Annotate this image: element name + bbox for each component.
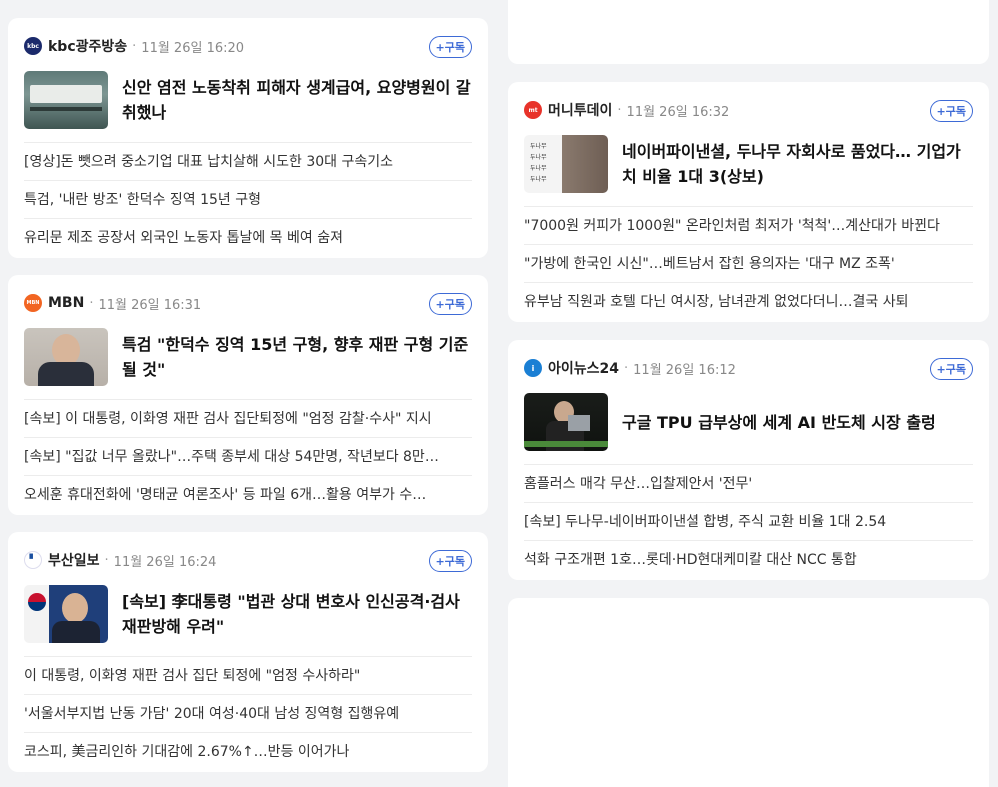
headline-title[interactable]: 특검 "한덕수 징역 15년 구형, 향후 재판 구형 기준될 것"	[122, 332, 472, 382]
headline-title[interactable]: 네이버파이낸셜, 두나무 자회사로 품었다… 기업가치 비율 1대 3(상보)	[622, 139, 973, 189]
list-item[interactable]: [속보] 두나무-네이버파이낸셜 합병, 주식 교환 비율 1대 2.54	[524, 503, 973, 541]
timestamp: 11월 26일 16:20	[141, 40, 245, 56]
thumb-text: 두나무	[530, 176, 547, 183]
news-card-kbc: kbc kbc광주방송 · 11월 26일 16:20 +구독 신안 염전 노동…	[8, 18, 488, 258]
list-item[interactable]: 유부남 직원과 호텔 다닌 여시장, 남녀관계 없었다더니…결국 사퇴	[524, 283, 973, 321]
list-item[interactable]: '서울서부지법 난동 가담' 20대 여성·40대 남성 징역형 집행유예	[24, 695, 472, 733]
list-item[interactable]: 홈플러스 매각 무산…입찰제안서 '전무'	[524, 465, 973, 503]
press-logo-icon[interactable]: kbc	[24, 37, 42, 55]
article-list: 이 대통령, 이화영 재판 검사 집단 퇴정에 "엄정 수사하라" '서울서부지…	[24, 657, 472, 771]
press-name[interactable]: 부산일보	[48, 550, 100, 570]
news-card-mbn: MBN MBN · 11월 26일 16:31 +구독 특검 "한덕수 징역 1…	[8, 275, 488, 515]
list-item[interactable]: 이 대통령, 이화영 재판 검사 집단 퇴정에 "엄정 수사하라"	[24, 657, 472, 695]
partial-card-top	[508, 0, 989, 64]
press-name[interactable]: 머니투데이	[548, 100, 612, 120]
article-list: 홈플러스 매각 무산…입찰제안서 '전무' [속보] 두나무-네이버파이낸셜 합…	[524, 465, 973, 579]
timestamp: 11월 26일 16:32	[626, 104, 730, 120]
list-item[interactable]: [속보] 이 대통령, 이화영 재판 검사 집단퇴정에 "엄정 감찰·수사" 지…	[24, 400, 472, 438]
separator-dot: ·	[89, 295, 94, 311]
news-card-inews24: i 아이뉴스24 · 11월 26일 16:12 +구독 구글 TPU 급부상에…	[508, 340, 989, 580]
list-item[interactable]: 코스피, 美금리인하 기대감에 2.67%↑…반등 이어가나	[24, 733, 472, 771]
thumb-text: 두나무	[530, 154, 547, 161]
subscribe-button[interactable]: +구독	[428, 36, 472, 58]
headline-article[interactable]: 신안 염전 노동착취 피해자 생계급여, 요양병원이 갈취했나	[24, 68, 472, 143]
card-header: mt 머니투데이 · 11월 26일 16:32 +구독	[524, 96, 973, 124]
headline-article[interactable]: [속보] 李대통령 "법관 상대 변호사 인신공격·검사 재판방해 우려"	[24, 582, 472, 657]
headline-title[interactable]: 신안 염전 노동착취 피해자 생계급여, 요양병원이 갈취했나	[122, 75, 472, 125]
thumb-text: 두나무	[530, 165, 547, 172]
subscribe-button[interactable]: +구독	[428, 550, 472, 572]
subscribe-button[interactable]: +구독	[929, 100, 973, 122]
headline-article[interactable]: 특검 "한덕수 징역 15년 구형, 향후 재판 구형 기준될 것"	[24, 325, 472, 400]
card-header: ▘ 부산일보 · 11월 26일 16:24 +구독	[24, 546, 472, 574]
list-item[interactable]: 특검, '내란 방조' 한덕수 징역 15년 구형	[24, 181, 472, 219]
separator-dot: ·	[624, 360, 629, 376]
news-card-moneytoday: mt 머니투데이 · 11월 26일 16:32 +구독 두나무 두나무 두나무…	[508, 82, 989, 322]
press-logo-icon[interactable]: mt	[524, 101, 542, 119]
separator-dot: ·	[104, 552, 109, 568]
article-list: [속보] 이 대통령, 이화영 재판 검사 집단퇴정에 "엄정 감찰·수사" 지…	[24, 400, 472, 514]
card-header: MBN MBN · 11월 26일 16:31 +구독	[24, 289, 472, 317]
card-header: kbc kbc광주방송 · 11월 26일 16:20 +구독	[24, 32, 472, 60]
press-name[interactable]: kbc광주방송	[48, 36, 127, 56]
separator-dot: ·	[617, 102, 622, 118]
list-item[interactable]: 유리문 제조 공장서 외국인 노동자 톱날에 목 베여 숨져	[24, 219, 472, 257]
card-header: i 아이뉴스24 · 11월 26일 16:12 +구독	[524, 354, 973, 382]
list-item[interactable]: 석화 구조개편 1호…롯데·HD현대케미칼 대산 NCC 통합	[524, 541, 973, 579]
headline-title[interactable]: [속보] 李대통령 "법관 상대 변호사 인신공격·검사 재판방해 우려"	[122, 589, 472, 639]
headline-thumbnail[interactable]	[24, 328, 108, 386]
news-card-busan: ▘ 부산일보 · 11월 26일 16:24 +구독 [속보] 李대통령 "법관…	[8, 532, 488, 772]
headline-article[interactable]: 두나무 두나무 두나무 두나무 네이버파이낸셜, 두나무 자회사로 품었다… 기…	[524, 132, 973, 207]
thumb-text: 두나무	[530, 143, 547, 150]
headline-thumbnail[interactable]	[524, 393, 608, 451]
headline-thumbnail[interactable]	[24, 71, 108, 129]
separator-dot: ·	[132, 38, 137, 54]
timestamp: 11월 26일 16:24	[113, 554, 217, 570]
subscribe-button[interactable]: +구독	[929, 358, 973, 380]
headline-article[interactable]: 구글 TPU 급부상에 세계 AI 반도체 시장 출렁	[524, 390, 973, 465]
headline-thumbnail[interactable]	[24, 585, 108, 643]
article-list: "7000원 커피가 1000원" 온라인처럼 최저가 '척척'…계산대가 바뀐…	[524, 207, 973, 321]
loading-card	[508, 598, 989, 787]
press-name[interactable]: MBN	[48, 295, 84, 311]
article-list: [영상]돈 뺏으려 중소기업 대표 납치살해 시도한 30대 구속기소 특검, …	[24, 143, 472, 257]
press-logo-icon[interactable]: i	[524, 359, 542, 377]
list-item[interactable]: [영상]돈 뺏으려 중소기업 대표 납치살해 시도한 30대 구속기소	[24, 143, 472, 181]
press-name[interactable]: 아이뉴스24	[548, 358, 619, 378]
timestamp: 11월 26일 16:31	[98, 297, 202, 313]
list-item[interactable]: [속보] "집값 너무 올랐나"…주택 종부세 대상 54만명, 작년보다 8만…	[24, 438, 472, 476]
headline-title[interactable]: 구글 TPU 급부상에 세계 AI 반도체 시장 출렁	[622, 410, 936, 435]
press-logo-icon[interactable]: MBN	[24, 294, 42, 312]
press-logo-icon[interactable]: ▘	[24, 551, 42, 569]
timestamp: 11월 26일 16:12	[633, 362, 736, 378]
subscribe-button[interactable]: +구독	[428, 293, 472, 315]
list-item[interactable]: "가방에 한국인 시신"…베트남서 잡힌 용의자는 '대구 MZ 조폭'	[524, 245, 973, 283]
list-item[interactable]: "7000원 커피가 1000원" 온라인처럼 최저가 '척척'…계산대가 바뀐…	[524, 207, 973, 245]
headline-thumbnail[interactable]: 두나무 두나무 두나무 두나무	[524, 135, 608, 193]
list-item[interactable]: 오세훈 휴대전화에 '명태균 여론조사' 등 파일 6개…활용 여부가 수…	[24, 476, 472, 514]
